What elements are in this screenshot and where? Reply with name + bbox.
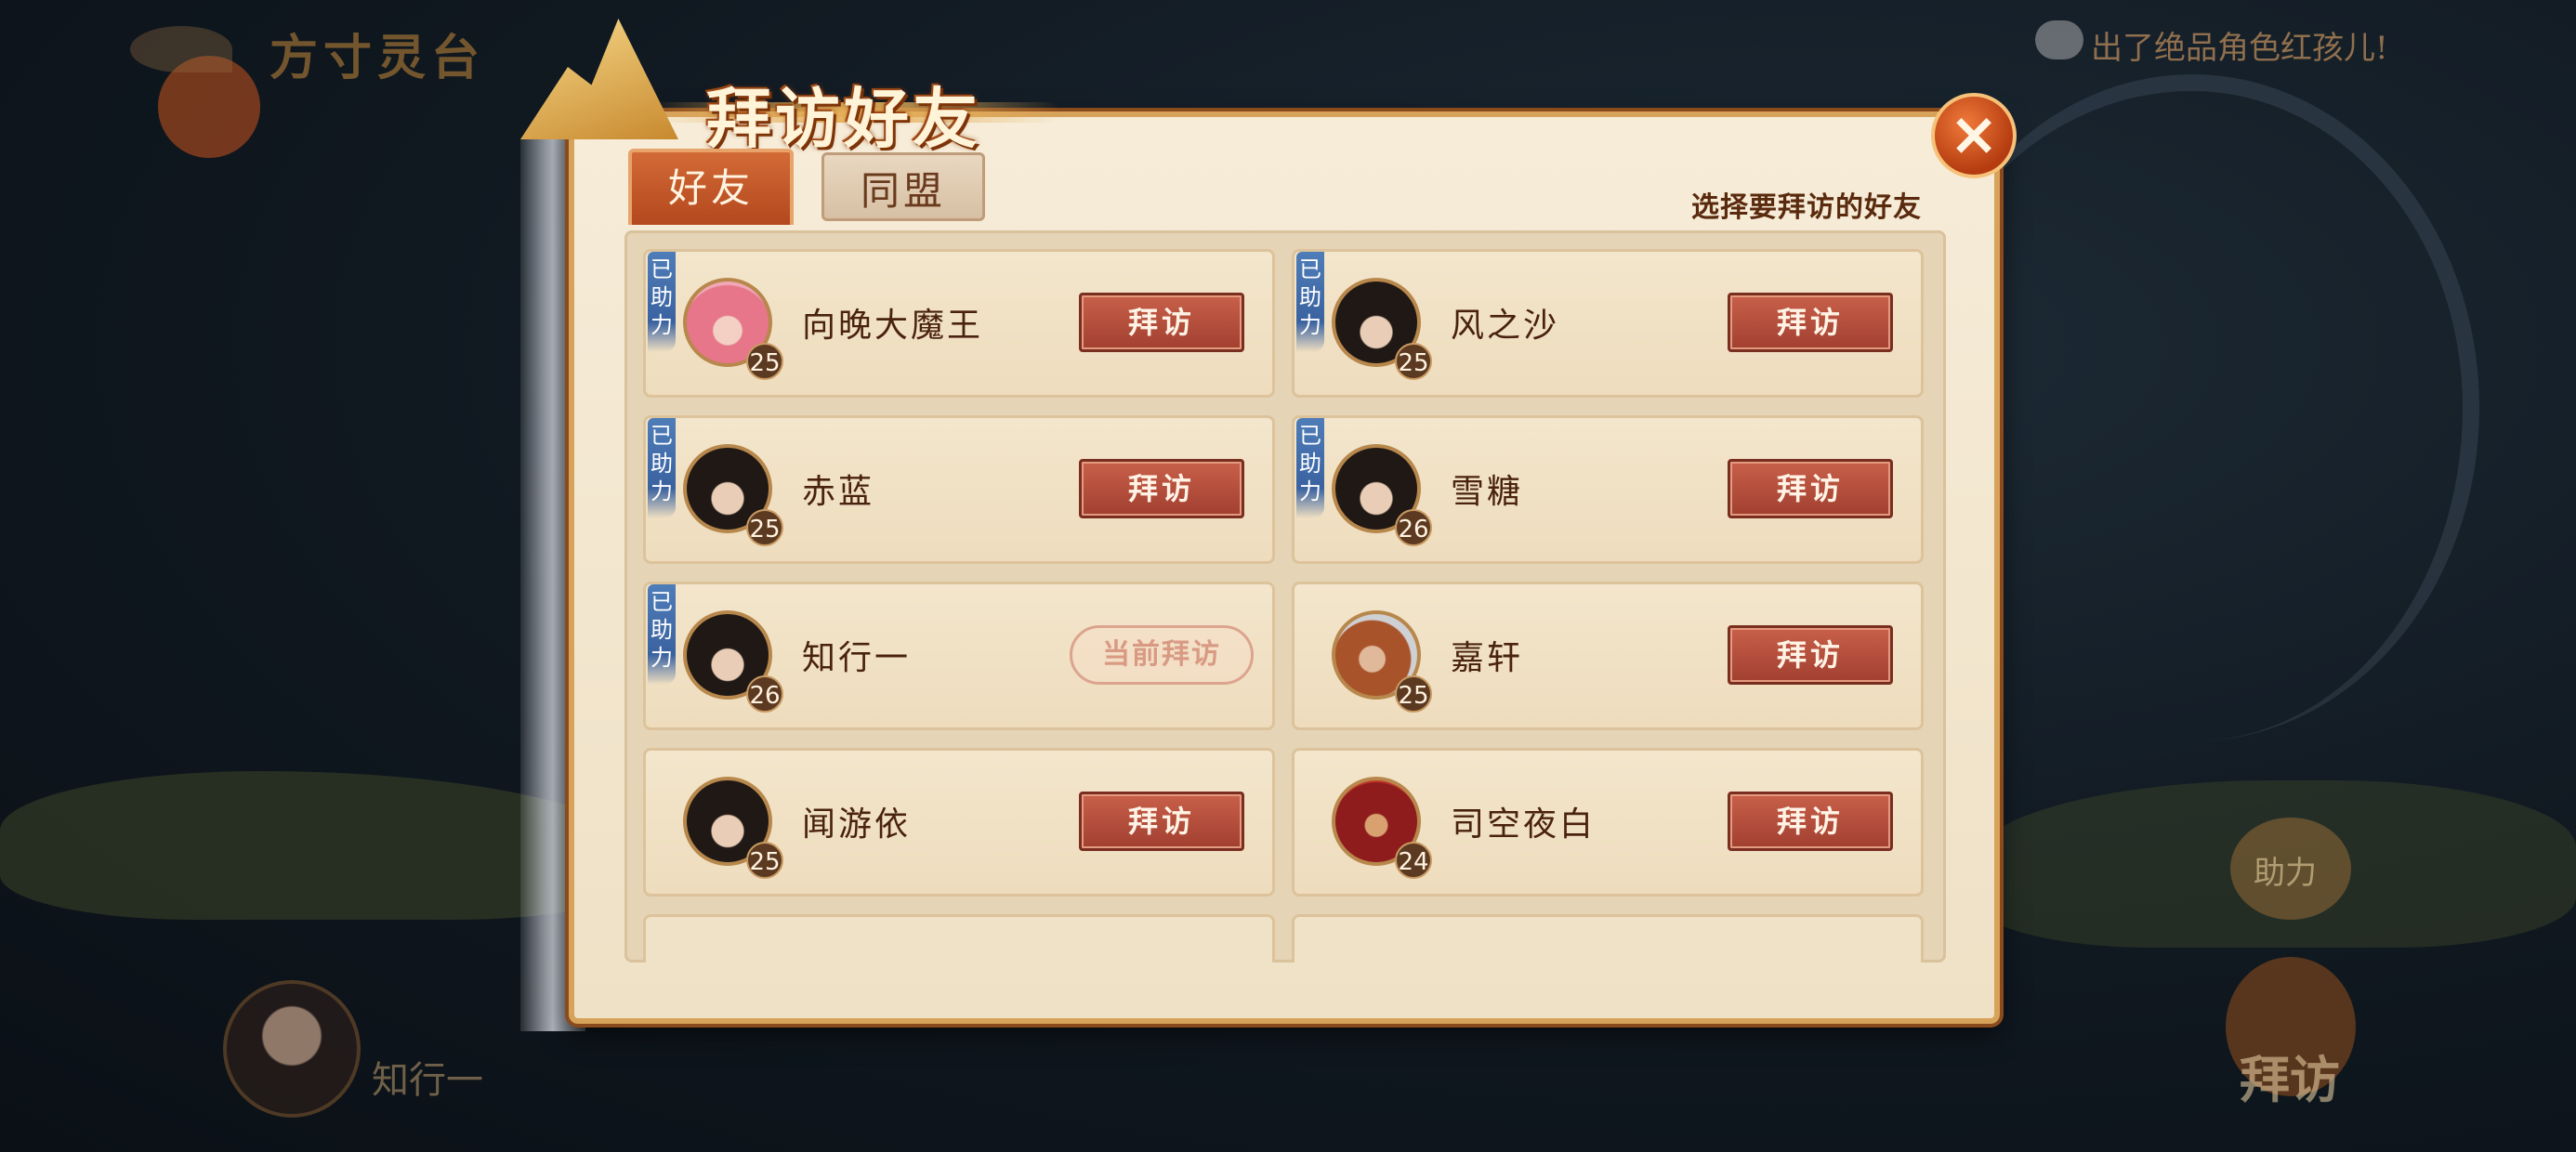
level-badge: 25 xyxy=(746,509,783,546)
visit-button[interactable]: 拜访 xyxy=(1728,459,1893,518)
friend-name: 闻游依 xyxy=(802,805,912,844)
level-badge: 26 xyxy=(746,675,783,713)
friend-card-partial xyxy=(1292,914,1924,962)
visit-button[interactable]: 拜访 xyxy=(1079,459,1244,518)
friend-list[interactable]: 已助力 25 向晚大魔王 拜访 已助力 25 风之沙 拜访 已助力 25 赤蓝 … xyxy=(624,230,1946,962)
level-badge: 25 xyxy=(746,842,783,879)
player-avatar[interactable] xyxy=(223,980,361,1118)
friend-card: 已助力 26 知行一 当前拜访 xyxy=(643,582,1275,730)
visit-main-button-label: 拜访 xyxy=(2240,1050,2340,1109)
helped-badge: 已助力 xyxy=(1296,252,1324,352)
player-name: 知行一 xyxy=(372,1059,483,1102)
visit-button[interactable]: 拜访 xyxy=(1728,293,1893,352)
current-visit-stamp: 当前拜访 xyxy=(1070,625,1254,685)
tab-alliance[interactable]: 同盟 xyxy=(821,152,985,221)
visit-button[interactable]: 拜访 xyxy=(1728,792,1893,851)
friend-card: 已助力 25 风之沙 拜访 xyxy=(1292,249,1924,398)
level-badge: 25 xyxy=(1395,343,1432,380)
friend-name: 赤蓝 xyxy=(802,473,875,511)
visit-button[interactable]: 拜访 xyxy=(1079,792,1244,851)
helped-badge: 已助力 xyxy=(648,418,676,518)
friend-card: 25 闻游依 拜访 xyxy=(643,748,1275,897)
friend-name: 知行一 xyxy=(802,639,912,677)
friend-name: 向晚大魔王 xyxy=(802,307,984,345)
friend-card: 已助力 25 向晚大魔王 拜访 xyxy=(643,249,1275,398)
tab-friends[interactable]: 好友 xyxy=(628,149,794,225)
level-badge: 25 xyxy=(1395,675,1432,713)
friend-card: 24 司空夜白 拜访 xyxy=(1292,748,1924,897)
chat-icon[interactable] xyxy=(2035,20,2083,59)
help-button-label: 助力 xyxy=(2254,855,2317,892)
friend-card-partial xyxy=(643,914,1275,962)
friend-name: 嘉轩 xyxy=(1451,639,1524,677)
level-badge: 24 xyxy=(1395,842,1432,879)
level-badge: 26 xyxy=(1395,509,1432,546)
location-title: 方寸灵台 xyxy=(269,30,486,86)
level-badge: 25 xyxy=(746,343,783,380)
helped-badge: 已助力 xyxy=(1296,418,1324,518)
chat-message[interactable]: 出了绝品角色红孩儿! xyxy=(2091,22,2388,68)
visit-button[interactable]: 拜访 xyxy=(1728,625,1893,685)
close-icon[interactable]: × xyxy=(1931,93,2017,178)
friend-name: 司空夜白 xyxy=(1451,805,1597,844)
select-hint: 选择要拜访的好友 xyxy=(1691,191,1922,224)
friend-name: 雪糖 xyxy=(1451,473,1524,511)
helped-badge: 已助力 xyxy=(648,584,676,685)
friend-name: 风之沙 xyxy=(1451,307,1560,345)
friend-card: 25 嘉轩 拜访 xyxy=(1292,582,1924,730)
back-arrow-icon[interactable] xyxy=(130,26,232,72)
friend-card: 已助力 26 雪糖 拜访 xyxy=(1292,415,1924,564)
visit-button[interactable]: 拜访 xyxy=(1079,293,1244,352)
helped-badge: 已助力 xyxy=(648,252,676,352)
dialog-title: 拜访好友 xyxy=(706,80,981,157)
friend-card: 已助力 25 赤蓝 拜访 xyxy=(643,415,1275,564)
